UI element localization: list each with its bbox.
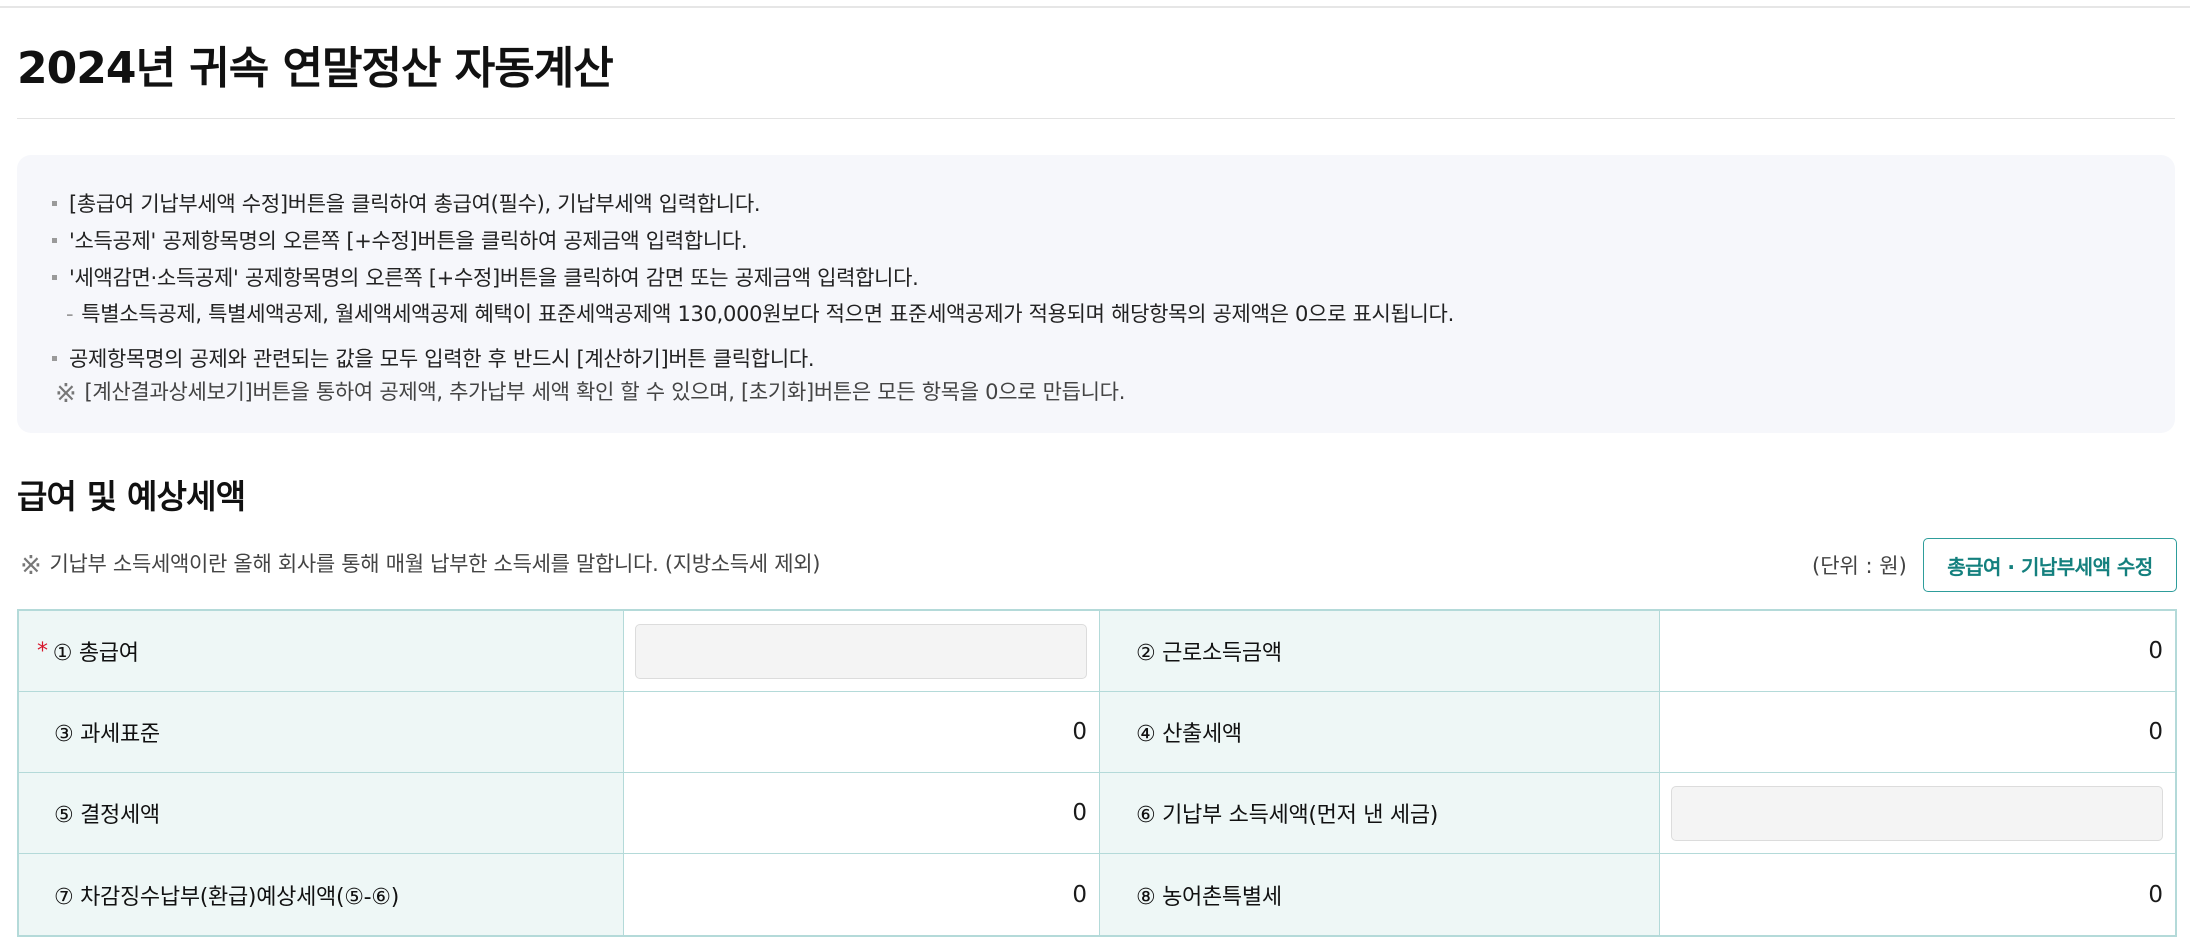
section-title: 급여 및 예상세액 [17,477,246,516]
total-salary-input[interactable] [635,623,1087,679]
prepaid-tax-input[interactable] [1671,785,2163,841]
grid-value: 0 [624,854,1100,935]
grid-row: ⑦ 차감징수납부(환급)예상세액(⑤-⑥) 0 ⑧ 농어촌특별세 0 [19,854,2175,935]
reference-mark-icon: ※ [20,551,42,581]
title-divider [17,118,2175,119]
edit-salary-tax-button[interactable]: 총급여 · 기납부세액 수정 [1923,538,2177,592]
grid-value: 0 [624,692,1100,772]
grid-value: 0 [2148,638,2163,664]
notice-item: 공제항목명의 공제와 관련되는 값을 모두 입력한 후 반드시 [계산하기]버튼… [52,343,815,373]
section-note: ※ 기납부 소득세액이란 올해 회사를 통해 매월 납부한 소득세를 말합니다. … [20,551,821,581]
dash-icon: - [66,302,74,326]
grid-row: ③ 과세표준 0 ④ 산출세액 0 [19,692,2175,773]
reference-mark-icon: ※ [55,379,77,409]
grid-label: ② 근로소득금액 [1100,611,1660,691]
grid-label: ③ 과세표준 [19,692,624,772]
grid-label: ⑥ 기납부 소득세액(먼저 낸 세금) [1100,773,1660,853]
bullet-icon [52,274,57,280]
grid-value: 0 [2148,881,2163,908]
grid-label: ⑦ 차감징수납부(환급)예상세액(⑤-⑥) [19,854,624,935]
notice-item: '소득공제' 공제항목명의 오른쪽 [+수정]버튼을 클릭하여 공제금액 입력합… [52,225,748,255]
grid-label: ⑧ 농어촌특별세 [1100,854,1660,935]
grid-label: * ① 총급여 [19,611,624,691]
grid-label: ④ 산출세액 [1100,692,1660,772]
prepaid-tax-cell [1660,773,2175,853]
grid-label: ⑤ 결정세액 [19,773,624,853]
notice-subitem: - 특별소득공제, 특별세액공제, 월세액세액공제 혜택이 표준세액공제액 130… [66,302,1454,326]
page-title: 2024년 귀속 연말정산 자동계산 [17,43,614,94]
bullet-icon [52,237,57,243]
bullet-icon [52,200,57,206]
top-divider [0,6,2190,8]
total-salary-cell [624,611,1100,691]
notice-item: '세액감면·소득공제' 공제항목명의 오른쪽 [+수정]버튼을 클릭하여 감면 … [52,262,919,292]
notice-item: [총급여 기납부세액 수정]버튼을 클릭하여 총급여(필수), 기납부세액 입력… [52,188,761,218]
grid-row: ⑤ 결정세액 0 ⑥ 기납부 소득세액(먼저 낸 세금) [19,773,2175,854]
grid-value: 0 [2148,719,2163,745]
bullet-icon [52,355,57,361]
grid-row: * ① 총급여 ② 근로소득금액 0 [19,611,2175,692]
grid-value: 0 [624,773,1100,853]
unit-label: (단위 : 원) [1812,554,1907,578]
salary-tax-grid: * ① 총급여 ② 근로소득금액 0 ③ 과세표준 0 ④ 산출세액 0 ⑤ 결정… [17,609,2177,937]
required-mark: * [37,638,48,664]
notice-reference: ※ [계산결과상세보기]버튼을 통하여 공제액, 추가납부 세액 확인 할 수 있… [55,379,1126,409]
